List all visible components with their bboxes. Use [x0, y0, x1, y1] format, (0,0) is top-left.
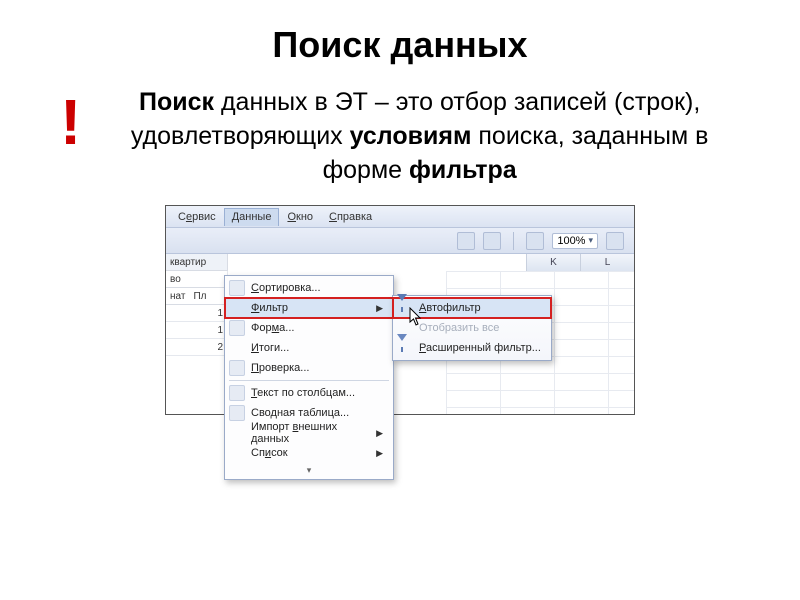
text-columns-icon	[229, 385, 245, 401]
form-icon	[229, 320, 245, 336]
submenu-item-autofilter[interactable]: Автофильтр	[393, 298, 551, 318]
menu-item-sort[interactable]: Сортировка...	[225, 278, 393, 298]
slide-title: Поиск данных	[0, 0, 800, 66]
menu-item-label: Текст по столбцам...	[251, 387, 355, 399]
submenu-arrow-icon: ▶	[376, 428, 383, 439]
menu-item-form[interactable]: Форма...	[225, 318, 393, 338]
menu-data[interactable]: Данные	[224, 208, 280, 226]
col-header[interactable]: K	[526, 254, 580, 271]
submenu-item-label: Расширенный фильтр...	[419, 342, 541, 354]
cell[interactable]: 1	[166, 305, 228, 322]
menu-item-subtotals[interactable]: Итоги...	[225, 338, 393, 358]
menu-item-label: Сортировка...	[251, 282, 321, 294]
toolbar-button-icon[interactable]	[606, 232, 624, 250]
submenu-arrow-icon: ▶	[376, 448, 383, 459]
menu-item-filter[interactable]: Фильтр ▶	[225, 298, 393, 318]
menu-item-label: Список	[251, 447, 288, 459]
column-headers: K L	[526, 254, 634, 271]
menu-item-text-to-columns[interactable]: Текст по столбцам...	[225, 383, 393, 403]
menu-item-pivot-table[interactable]: Сводная таблица...	[225, 403, 393, 423]
menu-help[interactable]: Справка	[321, 208, 380, 226]
cell[interactable]: 2	[166, 339, 228, 356]
submenu-arrow-icon: ▶	[376, 303, 383, 314]
advanced-filter-icon	[397, 341, 411, 355]
menu-item-label: Итоги...	[251, 342, 289, 354]
chevron-down-icon: ▾	[307, 465, 312, 476]
submenu-item-label: Автофильтр	[419, 302, 481, 314]
toolbar-button-icon[interactable]	[483, 232, 501, 250]
toolbar-button-icon[interactable]	[457, 232, 475, 250]
zoom-value: 100%	[557, 235, 585, 247]
menu-service[interactable]: Сервис	[170, 208, 224, 226]
cell-fragment: квартир	[166, 254, 228, 271]
content-row: ! Поиск данных в ЭТ – это отбор записей …	[0, 66, 800, 187]
filter-submenu: Автофильтр Отобразить все Расширенный фи…	[392, 295, 552, 361]
cell-text: Пл	[193, 288, 206, 304]
submenu-item-label: Отобразить все	[419, 322, 499, 334]
left-visible-cells: квартир во нат Пл 1 1 2	[166, 254, 228, 356]
col-header[interactable]: L	[580, 254, 634, 271]
menu-item-label: Проверка...	[251, 362, 309, 374]
cell[interactable]: 1	[166, 322, 228, 339]
submenu-item-advanced-filter[interactable]: Расширенный фильтр...	[393, 338, 551, 358]
menu-item-label: Форма...	[251, 322, 294, 334]
menu-item-label: Сводная таблица...	[251, 407, 349, 419]
definition-paragraph: Поиск данных в ЭТ – это отбор записей (с…	[99, 86, 740, 187]
menu-window[interactable]: Окно	[279, 208, 321, 226]
toolbar: 100% ▾	[166, 228, 634, 254]
menubar: Сервис Данные Окно Справка	[166, 206, 634, 228]
menu-item-list[interactable]: Список ▶	[225, 443, 393, 463]
menu-expand-chevron[interactable]: ▾	[225, 463, 393, 477]
data-menu-dropdown: Сортировка... Фильтр▶ Форма... Итоги... …	[224, 275, 394, 480]
attention-mark: !	[60, 90, 81, 154]
submenu-item-show-all: Отобразить все	[393, 318, 551, 338]
pivot-icon	[229, 405, 245, 421]
validation-icon	[229, 360, 245, 376]
toolbar-separator	[513, 232, 514, 250]
zoom-combo[interactable]: 100% ▾	[552, 233, 598, 249]
funnel-icon	[397, 301, 411, 315]
toolbar-button-icon[interactable]	[526, 232, 544, 250]
menu-item-label: Импорт внешних данных	[251, 421, 376, 445]
chevron-down-icon: ▾	[588, 235, 593, 246]
sort-icon	[229, 280, 245, 296]
menu-item-label: Фильтр	[251, 302, 288, 314]
menu-item-validation[interactable]: Проверка...	[225, 358, 393, 378]
excel-screenshot: Сервис Данные Окно Справка 100% ▾ K L кв…	[165, 205, 635, 415]
menu-item-import-external[interactable]: Импорт внешних данных▶	[225, 423, 393, 443]
cell-text: нат	[170, 288, 185, 304]
cell-fragment: во	[166, 271, 228, 288]
menu-separator	[229, 380, 389, 381]
cell-fragment: нат Пл	[166, 288, 228, 305]
worksheet-area: K L квартир во нат Пл 1 1 2 Сортировка..…	[166, 254, 634, 414]
